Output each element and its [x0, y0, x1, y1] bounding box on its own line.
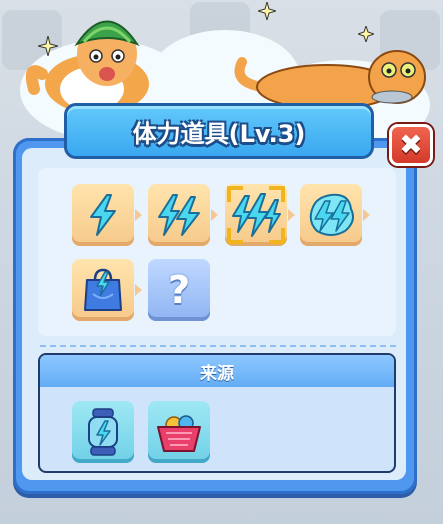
chain-arrow	[363, 209, 370, 221]
selection-frame	[225, 184, 287, 246]
source-title: 来源	[200, 363, 234, 384]
question-mark-icon: ?	[167, 268, 191, 312]
dialog-title: 体力道具(Lv.3)	[132, 119, 306, 148]
close-button[interactable]: ✖	[389, 124, 433, 166]
chain-arrow	[135, 209, 142, 221]
chain-arrow	[211, 209, 218, 221]
source-item-energy-basket[interactable]	[148, 401, 210, 463]
sparkle-icon	[38, 36, 58, 56]
item-slot-energy-lv1[interactable]	[72, 184, 134, 246]
item-slot-unknown[interactable]: ?	[148, 259, 210, 321]
chain-arrow	[288, 209, 295, 221]
lightning-lantern-icon	[88, 408, 118, 456]
corgi-watermelon-hat-icon	[25, 20, 149, 114]
source-header: 来源	[40, 355, 394, 387]
lightning-gift-bag-icon	[84, 268, 122, 311]
chain-arrow	[135, 284, 142, 296]
lightning-bolt-cluster-icon	[309, 193, 354, 236]
item-slot-energy-lv4[interactable]	[300, 184, 362, 246]
basket-icon	[157, 415, 201, 452]
item-slot-energy-lv5[interactable]	[72, 259, 134, 321]
source-item-energy-lantern[interactable]	[72, 401, 134, 463]
section-divider	[40, 345, 396, 347]
sparkle-icon	[258, 2, 276, 20]
title-banner: 体力道具(Lv.3)	[64, 103, 374, 159]
item-slot-energy-lv2[interactable]	[148, 184, 210, 246]
lightning-bolt-double-icon	[158, 194, 200, 236]
lightning-bolt-single-icon	[90, 194, 116, 236]
close-icon: ✖	[399, 128, 423, 161]
sparkle-icon	[358, 26, 374, 42]
